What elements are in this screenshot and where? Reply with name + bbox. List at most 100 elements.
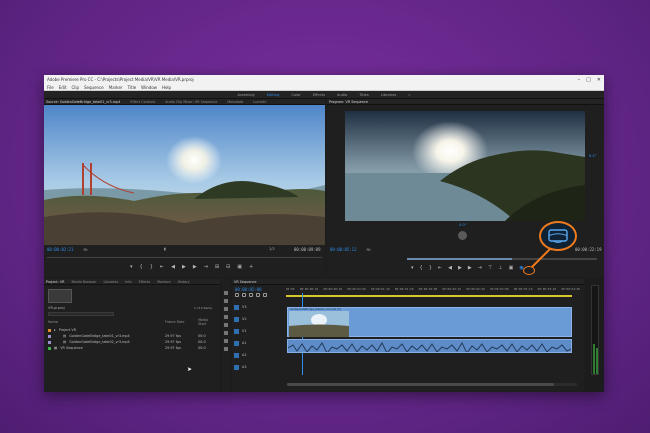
mark-in-icon[interactable]: { (140, 264, 143, 270)
workspace-assembly[interactable]: Assembly (238, 93, 255, 97)
lift-icon[interactable]: ⊤ (488, 265, 492, 271)
menu-marker[interactable]: Marker (109, 85, 123, 90)
maximize-button[interactable]: □ (586, 77, 591, 83)
tab-audio-clip-mixer[interactable]: Audio Clip Mixer: VR Sequence (165, 100, 217, 104)
tab-media-browser[interactable]: Media Browser (72, 280, 97, 284)
menu-file[interactable]: File (47, 85, 54, 90)
tab-info[interactable]: Info (125, 280, 131, 284)
track-header-a3[interactable]: A3 (234, 361, 284, 373)
track-target-icon[interactable] (234, 364, 239, 370)
source-scrub-bar[interactable] (47, 257, 322, 258)
extract-icon[interactable]: ⊥ (498, 265, 502, 271)
linked-selection-icon[interactable] (249, 293, 253, 297)
audio-clip[interactable] (287, 339, 572, 353)
timeline-timecode[interactable]: 00:00:05:00 (235, 287, 262, 292)
col-media-start[interactable]: Media Start (198, 318, 216, 326)
go-to-in-icon[interactable]: ⇤ (160, 264, 164, 270)
source-add-icon[interactable]: + (249, 264, 253, 270)
tab-effects[interactable]: Effects (139, 280, 151, 284)
program-step-back-icon[interactable]: ◀ (448, 265, 452, 271)
timeline-scrollbar[interactable] (287, 383, 577, 386)
project-search-input[interactable] (48, 312, 114, 316)
track-target-icon[interactable] (234, 328, 239, 334)
slip-tool-icon[interactable] (224, 323, 228, 327)
program-mark-out-icon[interactable]: } (429, 265, 432, 271)
menu-edit[interactable]: Edit (59, 85, 67, 90)
minimize-button[interactable]: – (578, 77, 581, 83)
tab-history[interactable]: History (178, 280, 190, 284)
menu-help[interactable]: Help (162, 85, 171, 90)
list-item[interactable]: ▦ VR Sequence 29.97 fps 00:0 (48, 345, 216, 351)
track-header-v1[interactable]: V1 (234, 325, 284, 337)
go-to-out-icon[interactable]: ⇥ (204, 264, 208, 270)
tab-project[interactable]: Project: VR (46, 280, 65, 284)
video-clip[interactable]: GoldenGateBridge_take01_vr3.mp4 [V] (287, 307, 572, 337)
track-target-icon[interactable] (234, 304, 239, 310)
pen-tool-icon[interactable] (224, 331, 228, 335)
snap-icon[interactable] (242, 293, 246, 297)
program-step-forward-icon[interactable]: ▶ (468, 265, 472, 271)
col-name[interactable]: Name (48, 320, 162, 324)
menu-clip[interactable]: Clip (71, 85, 79, 90)
settings-wrench-icon[interactable] (263, 293, 267, 297)
program-play-icon[interactable]: ▶ (458, 265, 462, 271)
step-back-icon[interactable]: ◀ (171, 264, 175, 270)
workspace-titles[interactable]: Titles (359, 93, 369, 97)
close-button[interactable]: ✕ (597, 77, 601, 83)
program-fit-select[interactable]: Fit (367, 248, 371, 252)
menu-title[interactable]: Title (128, 85, 137, 90)
workspace-more[interactable]: » (408, 93, 410, 97)
source-timecode[interactable]: 00:00:02:21 (47, 247, 74, 252)
tab-source[interactable]: Source: GoldenGateBridge_take01_vr3.mp4 (46, 100, 120, 104)
track-header-a1[interactable]: A1 (234, 337, 284, 349)
source-fit-select[interactable]: Fit (84, 248, 88, 252)
hand-tool-icon[interactable] (224, 339, 228, 343)
time-ruler[interactable]: 00:00 00:00:00:10 00:00:00:20 00:00:01:0… (286, 287, 580, 292)
program-scrub-bar[interactable] (407, 258, 597, 260)
ripple-edit-tool-icon[interactable] (224, 307, 228, 311)
tab-lumetri[interactable]: Lumetri (253, 100, 266, 104)
type-tool-icon[interactable] (224, 347, 228, 351)
source-quality-select[interactable]: 1/2 (269, 247, 275, 251)
workspace-audio[interactable]: Audio (337, 93, 347, 97)
insert-icon[interactable]: ⊞ (215, 264, 219, 270)
program-go-to-in-icon[interactable]: ⇤ (438, 265, 442, 271)
tab-markers[interactable]: Markers (157, 280, 171, 284)
track-target-icon[interactable] (234, 340, 239, 346)
tab-metadata[interactable]: Metadata (227, 100, 243, 104)
program-go-to-out-icon[interactable]: ⇥ (478, 265, 482, 271)
nest-icon[interactable] (235, 293, 239, 297)
mark-out-icon[interactable]: } (150, 264, 153, 270)
add-marker-timeline-icon[interactable] (256, 293, 260, 297)
track-header-v3[interactable]: V3 (234, 301, 284, 313)
tab-vr-sequence[interactable]: VR Sequence (234, 280, 256, 284)
tab-libraries[interactable]: Libraries (104, 280, 119, 284)
overwrite-icon[interactable]: ⊟ (226, 264, 230, 270)
track-header-v2[interactable]: V2 (234, 313, 284, 325)
razor-tool-icon[interactable] (224, 315, 228, 319)
add-marker-icon[interactable]: ▾ (130, 264, 133, 270)
track-target-icon[interactable] (234, 352, 239, 358)
tab-effect-controls[interactable]: Effect Controls (130, 100, 155, 104)
workspace-editing[interactable]: Editing (267, 93, 280, 97)
program-timecode[interactable]: 00:00:05:12 (330, 247, 357, 252)
program-center-marker-icon[interactable] (458, 231, 467, 240)
menu-window[interactable]: Window (141, 85, 157, 90)
source-marker-icon[interactable]: ▮ (164, 247, 166, 251)
export-frame-icon[interactable]: ▣ (237, 264, 242, 270)
track-header-a2[interactable]: A2 (234, 349, 284, 361)
tab-program[interactable]: Program: VR Sequence (329, 100, 368, 104)
workspace-effects[interactable]: Effects (313, 93, 325, 97)
in-out-range-bar[interactable] (286, 295, 572, 297)
track-target-icon[interactable] (234, 316, 239, 322)
workspace-color[interactable]: Color (291, 93, 300, 97)
menu-sequence[interactable]: Sequence (84, 85, 104, 90)
program-mark-in-icon[interactable]: { (420, 265, 423, 271)
selection-tool-icon[interactable] (224, 291, 228, 295)
track-select-tool-icon[interactable] (224, 299, 228, 303)
workspace-libraries[interactable]: Libraries (381, 93, 397, 97)
step-forward-icon[interactable]: ▶ (193, 264, 197, 270)
col-frame-rate[interactable]: Frame Rate (165, 320, 195, 324)
play-icon[interactable]: ▶ (182, 264, 186, 270)
program-add-marker-icon[interactable]: ▾ (411, 265, 414, 271)
